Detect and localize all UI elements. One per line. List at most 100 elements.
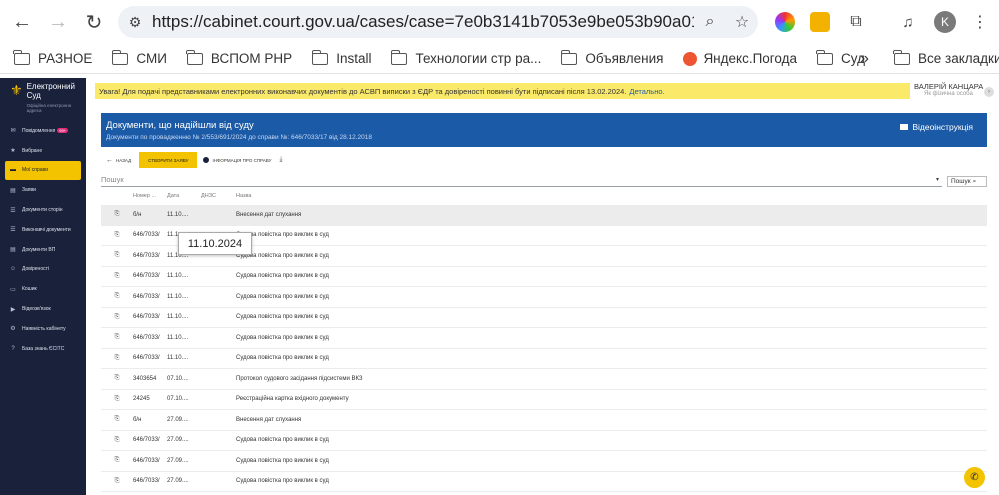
table-header: Номер ... Дата ДНЗС Назва <box>101 187 987 205</box>
table-row[interactable]: ⎘ б/н 11.10.... Внесення дат слухання <box>101 205 987 226</box>
sidebar-item-label: Наявність кабінету <box>22 325 66 332</box>
list-icon: ☰ <box>10 227 16 234</box>
sidebar-item-wallet[interactable]: ▭ Кошик <box>0 279 86 299</box>
phone-support-icon[interactable]: ✆ <box>964 467 985 488</box>
url-text[interactable]: https://cabinet.court.gov.ua/cases/case=… <box>152 12 694 32</box>
row-number: 646/7033/ <box>133 252 160 259</box>
extensions-puzzle-icon[interactable]: ⧉ <box>838 4 874 40</box>
wallet-icon: ▭ <box>10 286 16 293</box>
warning-details-link[interactable]: Детально. <box>629 87 664 96</box>
back-arrow-icon[interactable]: ← <box>4 4 40 40</box>
all-bookmarks-folder[interactable]: Все закладки <box>893 49 999 66</box>
sidebar-item-label: Заяви <box>22 187 36 194</box>
sidebar-item-notifications[interactable]: ✉ Повідомлення 99+ <box>0 121 86 141</box>
sidebar-item-label: База знань ЄСІТС <box>22 345 65 352</box>
search-button-label: Пошук <box>951 178 971 185</box>
table-row[interactable]: ⎘ 24245 07.10.... Реєстраційна картка вхідн… <box>101 390 987 410</box>
back-button[interactable]: ← НАЗАД <box>106 157 131 164</box>
table-row[interactable]: ⎘ б/н 27.09.... Внесення дат слухання <box>101 410 987 431</box>
case-info-button[interactable]: ІНФОРМАЦІЯ ПРО СПРАВУ <box>203 157 271 163</box>
paperclip-icon: ⎘ <box>114 477 120 484</box>
table-row[interactable]: ⎘ 646/7033/11.10.... Судова повістка про в… <box>101 349 987 369</box>
all-bookmarks-label: Все закладки <box>918 51 999 66</box>
row-name: Судова повістка про виклик в суд <box>236 273 329 280</box>
col-number[interactable]: Номер ... <box>133 193 167 199</box>
search-field[interactable]: Пошук ▾ <box>101 173 942 187</box>
people-icon: ☺ <box>9 266 17 273</box>
sidebar-item-knowledge-base[interactable]: ? База знань ЄСІТС <box>0 339 86 359</box>
search-button[interactable]: Пошук ⌕ <box>947 176 987 187</box>
court-logo[interactable]: ⚜ Електронний Суд Офіційна електронна ад… <box>0 78 86 118</box>
row-number: 646/7033/ <box>133 478 160 485</box>
col-date[interactable]: Дата <box>167 193 201 199</box>
sidebar-item-video-call[interactable]: ▶ Відеозв'язок <box>0 299 86 319</box>
extension-colorful-icon[interactable] <box>775 12 795 32</box>
create-application-button[interactable]: СТВОРИТИ ЗАЯВУ <box>139 152 198 168</box>
paperclip-icon: ⎘ <box>114 313 120 320</box>
bookmark-label: Технологии стр ра... <box>415 51 542 66</box>
col-name[interactable]: Назва <box>236 193 987 199</box>
bookmark-folder[interactable]: Суд <box>816 49 865 66</box>
table-row[interactable]: ⎘ 646/7033/27.09.... Судова повістка про в… <box>101 451 987 472</box>
bookmark-label: Яндекс.Погода <box>703 51 798 66</box>
bookmark-folder[interactable]: РАЗНОЕ <box>13 49 92 66</box>
zoom-icon[interactable]: ⌕ <box>694 13 726 31</box>
video-instruction-link[interactable]: Відеоінструкція <box>900 122 973 132</box>
bookmark-star-icon[interactable]: ☆ <box>726 12 758 32</box>
bookmark-folder[interactable]: Объявления <box>560 49 663 66</box>
table-row[interactable]: ⎘ 646/7033/11.10.... Судова повістка про в… <box>101 308 987 328</box>
table-row[interactable]: ⎘ 646/7033/11.10.... Судова повістка про в… <box>101 328 987 349</box>
search-dropdown-icon[interactable]: ▾ <box>936 176 939 183</box>
back-arrow-icon: ← <box>106 156 113 164</box>
download-icon[interactable]: ⤓ <box>279 156 282 164</box>
sidebar-item-vp-documents[interactable]: ▤ Документи ВП <box>0 240 86 260</box>
row-date: 07.10.... <box>167 375 189 382</box>
menu-dots-icon[interactable]: ⋮ <box>962 4 998 40</box>
sidebar-item-label: Мої справи <box>22 167 48 174</box>
col-dnzs[interactable]: ДНЗС <box>201 193 236 199</box>
table-row[interactable]: ⎘ 646/7033/27.09.... Судова повістка про в… <box>101 431 987 451</box>
forward-arrow-icon[interactable]: → <box>40 4 76 40</box>
trident-icon: ⚜ <box>10 82 23 98</box>
document-icon: ▤ <box>10 247 16 254</box>
sidebar-item-executive-documents[interactable]: ☰ Виконавчі документи <box>0 220 86 240</box>
warning-banner: Увага! Для подачі представниками електро… <box>95 83 910 99</box>
paperclip-icon: ⎘ <box>114 252 120 259</box>
search-input[interactable]: Пошук <box>101 175 124 184</box>
bookmark-folder[interactable]: Install <box>311 49 372 66</box>
card-toolbar: ← НАЗАД СТВОРИТИ ЗАЯВУ ІНФОРМАЦІЯ ПРО СПР… <box>101 147 987 173</box>
sidebar-item-applications[interactable]: ▤ Заяви <box>0 180 86 200</box>
sidebar-item-label: Кошик <box>22 286 37 293</box>
sidebar-item-cabinet-availability[interactable]: ⚙ Наявність кабінету <box>0 319 86 339</box>
bookmark-folder[interactable]: Технологии стр ра... <box>390 49 542 66</box>
sidebar-item-powers-of-attorney[interactable]: ☺ Довіреності <box>0 260 86 280</box>
table-row[interactable]: ⎘ 646/7033/27.09.... Судова повістка про в… <box>101 472 987 492</box>
table-row[interactable]: ⎘ 3403654 07.10.... Протокол судового засід… <box>101 369 987 390</box>
sidebar-item-favorites[interactable]: ★ Вибране <box>0 141 86 161</box>
user-menu-chevron-icon[interactable]: › <box>984 87 994 97</box>
row-name: Судова повістка про виклик в суд <box>236 437 329 444</box>
bookmark-folder[interactable]: СМИ <box>111 49 167 66</box>
bookmark-label: Install <box>336 51 372 66</box>
extension-shield-icon[interactable] <box>810 12 830 32</box>
row-date: 27.09.... <box>167 457 189 464</box>
sidebar-item-label: Вибране <box>22 147 43 154</box>
bookmark-folder[interactable]: ВСПОМ PHP <box>186 49 293 66</box>
media-control-icon[interactable]: ♫ <box>890 4 926 40</box>
bookmark-link[interactable]: Яндекс.Погода <box>683 51 797 66</box>
sidebar-item-party-documents[interactable]: ☰ Документи сторін <box>0 200 86 220</box>
bookmark-label: ВСПОМ PHP <box>210 51 293 66</box>
sidebar-item-my-cases[interactable]: ▬ Мої справи <box>5 160 81 181</box>
address-bar[interactable]: ⚙ https://cabinet.court.gov.ua/cases/cas… <box>118 6 758 38</box>
table-row[interactable]: ⎘ 646/7033/11.10.... Судова повістка про в… <box>101 287 987 308</box>
profile-avatar[interactable]: K <box>934 11 956 33</box>
document-icon: ▤ <box>10 187 16 194</box>
user-info[interactable]: ВАЛЕРІЙ КАНЦАРА Як фізична особа <box>914 83 983 97</box>
profile-letter: K <box>940 15 949 29</box>
site-settings-icon[interactable]: ⚙ <box>118 14 152 31</box>
row-name: Внесення дат слухання <box>236 211 302 218</box>
more-bookmarks-chevron-icon[interactable]: » <box>860 50 869 68</box>
row-number: 646/7033/ <box>133 232 160 239</box>
reload-icon[interactable]: ↻ <box>76 4 112 40</box>
table-row[interactable]: ⎘ 646/7033/11.10.... Судова повістка про в… <box>101 267 987 287</box>
